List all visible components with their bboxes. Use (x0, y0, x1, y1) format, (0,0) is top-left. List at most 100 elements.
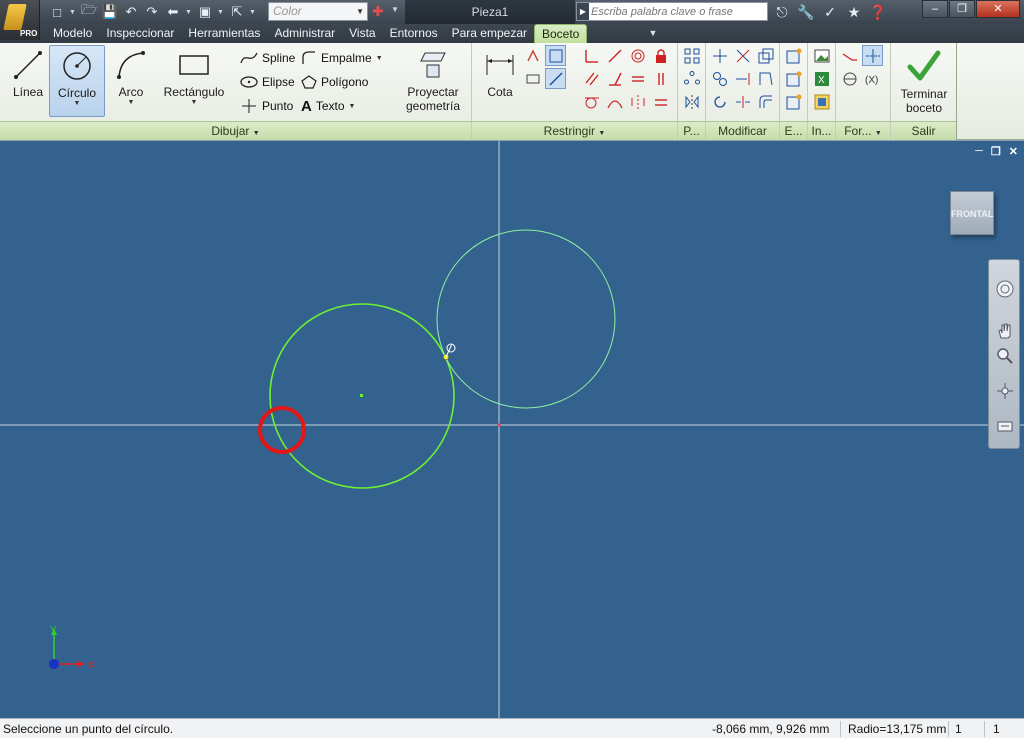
select-dropdown-icon[interactable]: ▼ (249, 3, 257, 21)
fillet-button[interactable]: Empalme ▼ (301, 47, 383, 69)
line-button[interactable]: Línea (0, 45, 56, 117)
e-panel-label[interactable]: E... (780, 121, 807, 140)
new-dropdown-icon[interactable]: ▼ (69, 3, 77, 21)
circle-button[interactable]: Círculo ▼ (49, 45, 105, 117)
orbit-icon[interactable] (994, 380, 1016, 402)
update-icon[interactable]: ▣ (196, 3, 214, 21)
sketch-canvas[interactable]: Y X (0, 141, 1024, 718)
save-icon[interactable]: 💾 (101, 3, 119, 21)
point-button[interactable]: Punto (240, 95, 293, 117)
favorites-star-icon[interactable]: ★ (844, 4, 864, 21)
tab-entornos[interactable]: Entornos (383, 24, 445, 43)
vertical-icon[interactable] (650, 68, 671, 89)
scale-icon[interactable] (755, 45, 776, 66)
text-button[interactable]: A Texto ▼ (301, 95, 355, 117)
rectangular-pattern-icon[interactable] (681, 45, 702, 66)
tab-para-empezar[interactable]: Para empezar (445, 24, 534, 43)
rotate-icon[interactable] (709, 91, 730, 112)
perpendicular-icon[interactable] (604, 68, 625, 89)
tab-modelo[interactable]: Modelo (46, 24, 99, 43)
collinear-icon[interactable] (604, 45, 625, 66)
viewport-restore-icon[interactable]: ❐ (991, 145, 1001, 158)
format-panel-expand-icon[interactable]: ▼ (875, 130, 882, 137)
split-icon[interactable] (732, 91, 753, 112)
application-menu-button[interactable]: PRO (0, 0, 40, 40)
help-icon[interactable]: ❓ (868, 4, 888, 21)
construction-line-icon[interactable] (839, 45, 860, 66)
tab-boceto[interactable]: Boceto (534, 24, 588, 43)
concentric-icon[interactable] (627, 45, 648, 66)
exit-panel-label[interactable]: Salir (891, 121, 956, 140)
update-dropdown-icon[interactable]: ▼ (217, 3, 225, 21)
minimize-icon[interactable]: – (922, 0, 948, 18)
maximize-icon[interactable]: ❐ (949, 0, 975, 18)
draw-panel-label[interactable]: Dibujar ▼ (0, 121, 471, 140)
offset-icon[interactable] (755, 91, 776, 112)
look-at-icon[interactable] (994, 415, 1016, 437)
arc-dropdown-icon[interactable]: ▼ (103, 99, 159, 107)
viewcube[interactable]: FRONTAL (950, 191, 994, 235)
open-folder-icon[interactable]: 🗁 (80, 2, 98, 21)
rectangle-button[interactable]: Rectángulo ▼ (160, 45, 228, 117)
satellite-icon[interactable]: ✓ (820, 4, 840, 21)
horizontal-icon[interactable] (627, 68, 648, 89)
undo-icon[interactable]: ↶ (122, 3, 140, 21)
constraint-inference-icon[interactable] (545, 45, 566, 66)
search-input[interactable] (591, 4, 763, 19)
extend-icon[interactable] (732, 68, 753, 89)
material-cross-icon[interactable]: ✚ (372, 3, 384, 20)
arc-button[interactable]: Arco ▼ (103, 45, 159, 117)
centerline-icon[interactable] (862, 45, 883, 66)
driven-dimension-icon[interactable]: (X) (862, 68, 883, 89)
format-panel-label[interactable]: For... ▼ (836, 121, 890, 140)
tab-administrar[interactable]: Administrar (267, 24, 342, 43)
draw-panel-expand-icon[interactable]: ▼ (253, 130, 260, 137)
close-icon[interactable]: ✕ (976, 0, 1020, 18)
tools-icon[interactable]: 🔧 (796, 4, 816, 21)
viewport-minimize-icon[interactable]: ─ (975, 145, 983, 158)
dimension-button[interactable]: Cota (476, 45, 524, 117)
text-dropdown-icon[interactable]: ▼ (349, 103, 356, 110)
search-expand-icon[interactable]: ▶ (577, 3, 589, 20)
pan-hand-icon[interactable] (994, 320, 1016, 342)
constraint-persistence-icon[interactable] (545, 68, 566, 89)
circle-center-point[interactable] (360, 394, 363, 397)
select-icon[interactable]: ⇱ (228, 3, 246, 21)
tab-herramientas[interactable]: Herramientas (181, 24, 267, 43)
acad-import-icon[interactable] (811, 91, 832, 112)
parallel-icon[interactable] (581, 68, 602, 89)
smooth-icon[interactable] (604, 91, 625, 112)
auto-dimension-icon[interactable] (522, 45, 543, 66)
return-icon[interactable]: ⬅ (164, 3, 182, 21)
constrain-panel-label[interactable]: Restringir ▼ (472, 121, 677, 140)
center-point-icon[interactable] (839, 68, 860, 89)
create-block-icon[interactable] (783, 45, 804, 66)
coincident-icon[interactable] (581, 45, 602, 66)
polygon-button[interactable]: Polígono (301, 71, 368, 93)
customize-dropdown-icon[interactable]: ▼ (391, 5, 399, 14)
return-dropdown-icon[interactable]: ▼ (185, 3, 193, 21)
rectangle-dropdown-icon[interactable]: ▼ (160, 99, 228, 107)
viewport-close-icon[interactable]: ✕ (1009, 145, 1018, 158)
redo-icon[interactable]: ↷ (143, 3, 161, 21)
ribbon-toggle-icon[interactable]: ▼ (644, 27, 662, 39)
finish-sketch-button[interactable]: Terminar boceto (895, 45, 953, 117)
search-box[interactable]: ▶ (576, 2, 768, 21)
graphics-window[interactable]: Y X ─ ❐ ✕ FRONTAL (0, 140, 1024, 718)
tab-vista[interactable]: Vista (342, 24, 382, 43)
edit-block-icon[interactable] (783, 68, 804, 89)
insert-block-icon[interactable] (783, 91, 804, 112)
fillet-dropdown-icon[interactable]: ▼ (376, 55, 383, 62)
show-constraints-icon[interactable] (522, 68, 543, 89)
spline-button[interactable]: Spline (240, 47, 295, 69)
mirror-icon[interactable] (681, 91, 702, 112)
equal-icon[interactable] (650, 91, 671, 112)
move-icon[interactable] (709, 45, 730, 66)
insert-panel-label[interactable]: In... (808, 121, 835, 140)
excel-points-icon[interactable]: X (811, 68, 832, 89)
zoom-icon[interactable] (994, 345, 1016, 367)
circle-dropdown-icon[interactable]: ▼ (50, 100, 104, 108)
pattern-panel-label[interactable]: P... (678, 121, 705, 140)
modify-panel-label[interactable]: Modificar (706, 121, 779, 140)
trim-icon[interactable] (732, 45, 753, 66)
